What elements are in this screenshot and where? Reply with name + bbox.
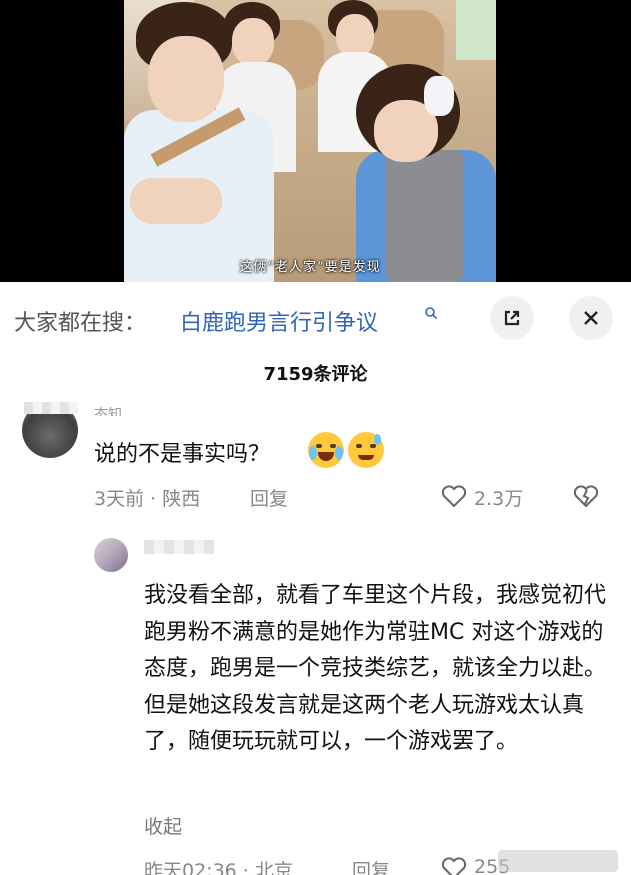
collapse-button[interactable]: 收起 bbox=[144, 812, 182, 839]
crying-emoji-icon bbox=[308, 432, 344, 468]
minimize-button[interactable] bbox=[490, 296, 534, 340]
reply-button[interactable]: 回复 bbox=[250, 484, 288, 511]
sweat-emoji-icon bbox=[348, 432, 384, 468]
reply-button[interactable]: 回复 bbox=[352, 856, 390, 875]
comment-count: 7159条评论 bbox=[263, 364, 368, 385]
video-frame: 这俩“老人家”要是发现 bbox=[124, 0, 496, 282]
person-hands bbox=[130, 178, 222, 224]
watermark bbox=[498, 850, 618, 872]
like-icon[interactable] bbox=[441, 484, 467, 508]
car-window bbox=[456, 0, 496, 60]
like-icon[interactable] bbox=[441, 856, 467, 875]
search-suggestion-link[interactable]: 白鹿跑男言行引争议 bbox=[180, 305, 378, 337]
minimize-icon bbox=[504, 310, 520, 326]
comment-text: 我没看全部，就看了车里这个片段，我感觉初代跑男粉不满意的是她作为常驻MC 对这个… bbox=[144, 583, 607, 754]
avatar[interactable] bbox=[94, 538, 128, 572]
blurred-username bbox=[144, 540, 214, 554]
like-count: 2.3万 bbox=[474, 488, 524, 510]
video-subtitle: 这俩“老人家”要是发现 bbox=[239, 260, 381, 275]
hair-bow bbox=[424, 76, 454, 116]
close-button[interactable] bbox=[569, 296, 613, 340]
person-face bbox=[148, 36, 224, 122]
comment-meta: 昨天02:36 · 北京 bbox=[144, 860, 293, 875]
person-face bbox=[232, 18, 274, 66]
comment-meta: 3天前 · 陕西 bbox=[94, 488, 201, 510]
comment-text: 说的不是事实吗？ bbox=[94, 442, 271, 467]
close-icon bbox=[584, 311, 598, 325]
dislike-icon[interactable] bbox=[573, 484, 599, 508]
search-prefix-label: 大家都在搜： bbox=[14, 311, 147, 336]
search-icon bbox=[425, 307, 438, 320]
username[interactable]: 态知 bbox=[94, 404, 122, 416]
blurred-username bbox=[24, 402, 78, 414]
video-player[interactable]: 这俩“老人家”要是发现 bbox=[0, 0, 631, 282]
